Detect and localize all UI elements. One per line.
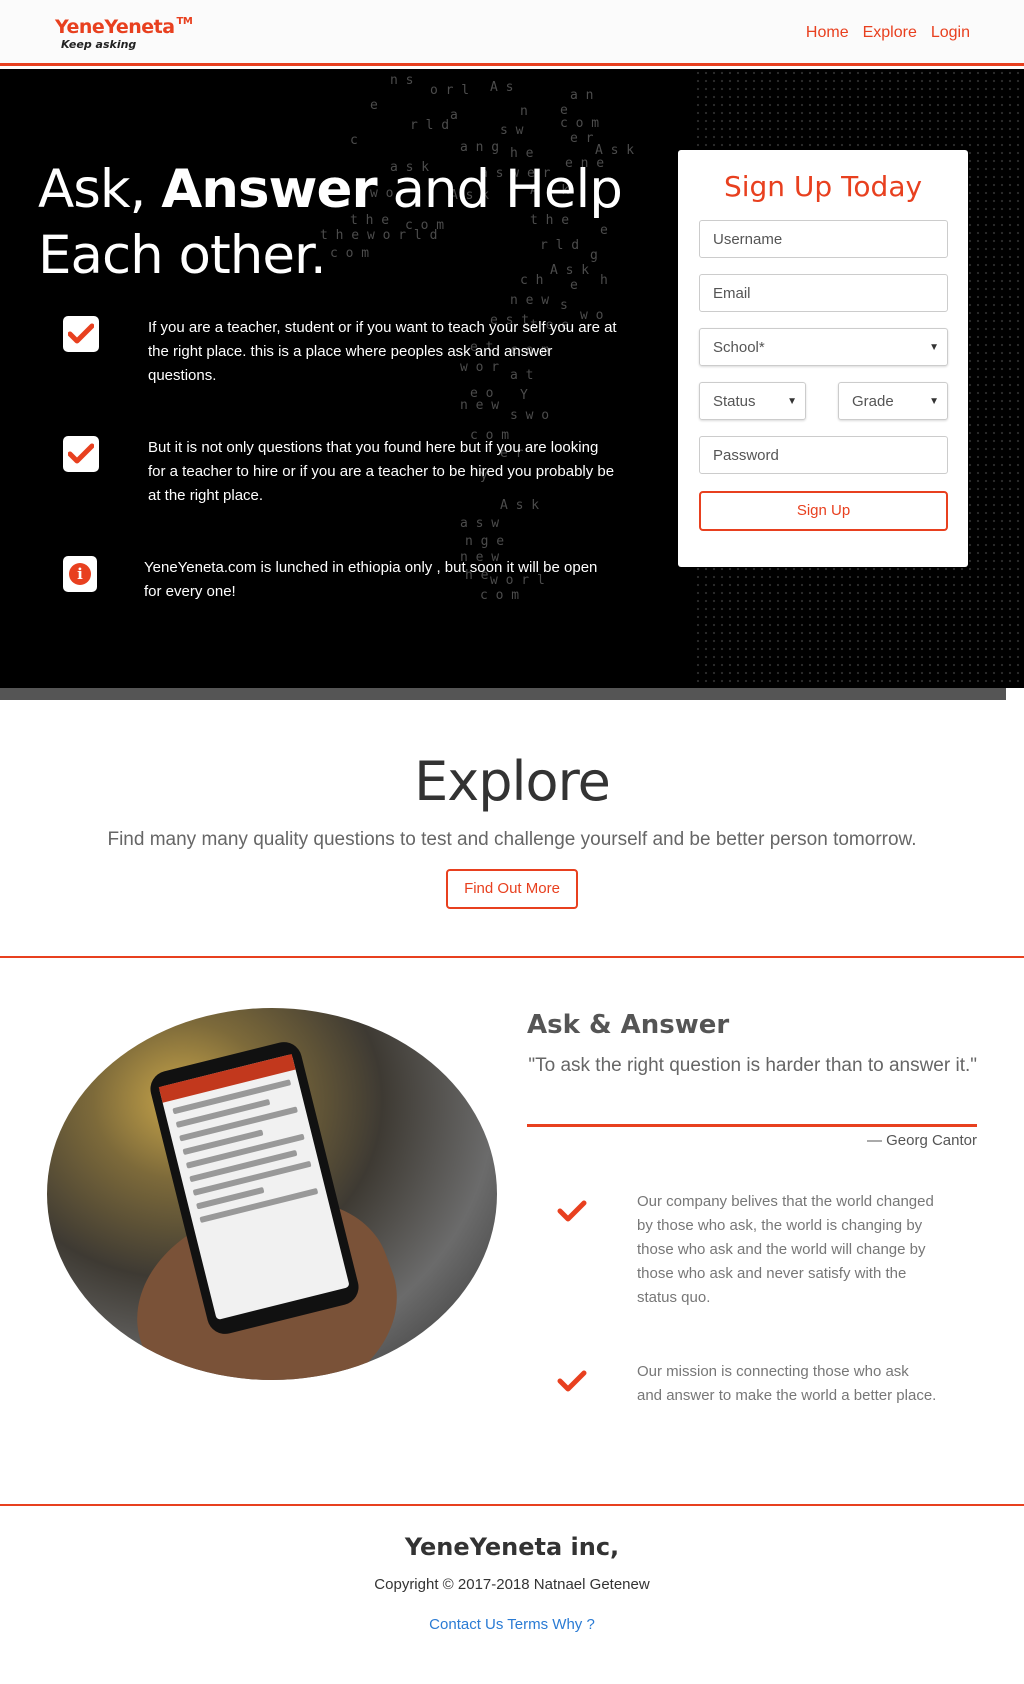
school-select[interactable]: School* ▼ [699, 328, 948, 366]
brand-tagline: Keep asking [61, 38, 137, 51]
nav-home-link[interactable]: Home [806, 24, 849, 42]
school-select-value: School* [713, 338, 765, 356]
check-icon [557, 1368, 587, 1400]
navbar: YeneYeneta TM Keep asking Home Explore Lo… [0, 0, 1024, 66]
status-select-value: Status [713, 392, 756, 410]
phone-in-hand-image [47, 1008, 497, 1380]
section-divider [0, 1504, 1024, 1506]
explore-subtitle: Find many many quality questions to test… [107, 829, 917, 850]
find-out-more-button[interactable]: Find Out More [446, 869, 578, 909]
caret-down-icon: ▼ [929, 395, 939, 407]
footer-copyright: Copyright © 2017-2018 Natnael Getenew [374, 1576, 650, 1593]
feature-text: If you are a teacher, student or if you … [148, 319, 617, 384]
brand-name: YeneYeneta TM [55, 16, 193, 38]
explore-title: Explore [414, 750, 611, 813]
nav-links: Home Explore Login [806, 24, 970, 42]
signup-button[interactable]: Sign Up [699, 491, 948, 531]
grade-select-value: Grade [852, 392, 894, 410]
brand-logo[interactable]: YeneYeneta TM Keep asking [55, 16, 193, 51]
hero-bottom-bar [0, 688, 1006, 700]
status-select[interactable]: Status ▼ [699, 382, 806, 420]
username-input[interactable]: Username [699, 220, 948, 258]
hero-title: Ask, Answer and Help Each other. [38, 159, 623, 286]
quote-text: "To ask the right question is harder tha… [528, 1055, 977, 1076]
email-input[interactable]: Email [699, 274, 948, 312]
check-icon [557, 1198, 587, 1230]
caret-down-icon: ▼ [787, 395, 797, 407]
grade-select[interactable]: Grade ▼ [838, 382, 948, 420]
quote-rule [527, 1124, 977, 1127]
info-icon: i [63, 556, 97, 592]
signup-title: Sign Up Today [723, 170, 923, 203]
why-link[interactable]: Why ? [552, 1616, 595, 1633]
check-icon [63, 316, 99, 352]
mission-text: Our company belives that the world chang… [637, 1193, 934, 1306]
quote-author: — Georg Cantor [866, 1132, 977, 1149]
ask-answer-title: Ask & Answer [527, 1010, 730, 1040]
section-divider [0, 956, 1024, 958]
contact-us-link[interactable]: Contact Us [429, 1616, 503, 1633]
mission-text: Our mission is connecting those who ask … [637, 1363, 937, 1404]
feature-text: YeneYeneta.com is lunched in ethiopia on… [144, 559, 598, 600]
feature-text: But it is not only questions that you fo… [148, 439, 615, 504]
nav-login-link[interactable]: Login [931, 24, 970, 42]
footer-title: YeneYeneta inc, [404, 1533, 620, 1561]
footer-links: Contact Us Terms Why ? [0, 1616, 1024, 1633]
check-icon [63, 436, 99, 472]
password-input[interactable]: Password [699, 436, 948, 474]
caret-down-icon: ▼ [929, 341, 939, 353]
terms-link[interactable]: Terms [507, 1616, 548, 1633]
hero-section: n so r lA sa n eane r l ds wc o m ca n g… [0, 69, 1024, 688]
nav-explore-link[interactable]: Explore [863, 24, 917, 42]
signup-card: Sign Up Today Username Email School* ▼ S… [678, 150, 968, 567]
